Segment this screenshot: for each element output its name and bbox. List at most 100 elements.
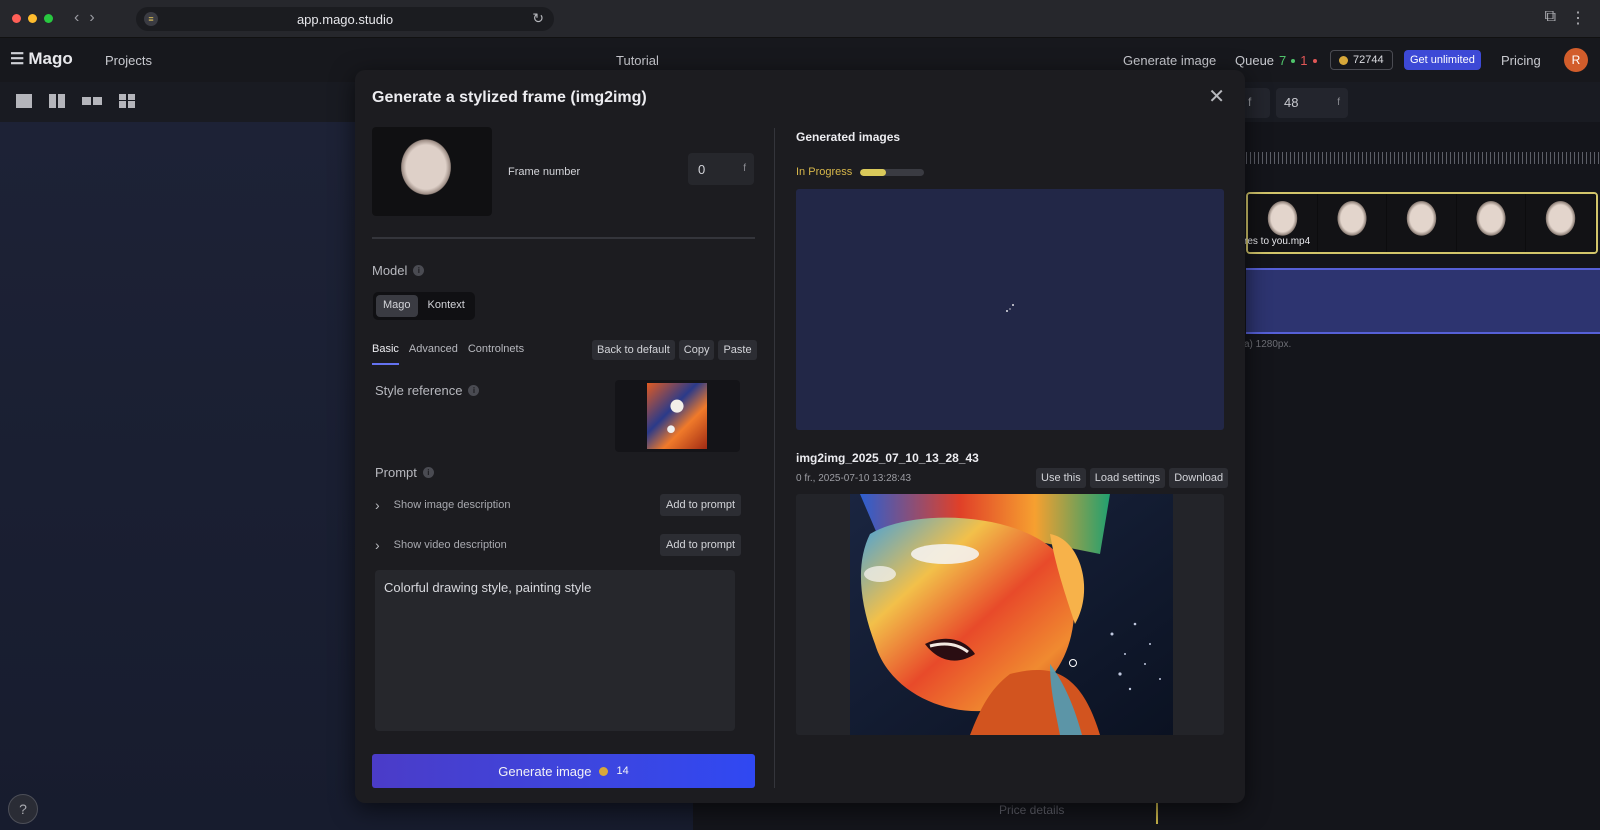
clip-thumbnail: [1317, 194, 1388, 252]
address-bar[interactable]: ≡ app.mago.studio ↻: [136, 7, 554, 31]
credits-value: 72744: [1353, 54, 1384, 66]
end-frame-input[interactable]: 48 f: [1276, 88, 1348, 118]
model-label: Model: [372, 263, 408, 278]
nav-generate-image[interactable]: Generate image: [1123, 53, 1216, 68]
show-video-description-label: Show video description: [393, 539, 507, 551]
end-frame-value: 48: [1284, 95, 1299, 110]
extensions-icon[interactable]: ⧉: [1545, 8, 1556, 28]
nav-tutorial[interactable]: Tutorial: [616, 53, 659, 68]
price-details-link[interactable]: Price details: [999, 803, 1064, 817]
browser-menu-icon[interactable]: ⋮: [1570, 8, 1586, 28]
end-frame-unit: f: [1337, 97, 1340, 108]
generate-cost: 14: [616, 765, 629, 777]
queue-failed-count: 1: [1300, 53, 1308, 68]
generation-track[interactable]: [1246, 268, 1600, 334]
progress-fill: [860, 168, 886, 176]
image-description-toggle[interactable]: › Show image description: [375, 497, 510, 513]
chevron-right-icon: ›: [375, 497, 380, 513]
use-this-button[interactable]: Use this: [1036, 468, 1086, 488]
logo-icon: ☰: [10, 51, 25, 68]
credits-badge[interactable]: 72744: [1330, 50, 1393, 70]
coin-icon: [1339, 55, 1348, 65]
info-icon[interactable]: i: [468, 385, 480, 396]
model-option-mago[interactable]: Mago: [376, 295, 418, 317]
img2img-modal: Generate a stylized frame (img2img) ✕ Fr…: [355, 70, 1245, 803]
style-reference-dropzone[interactable]: [615, 380, 740, 452]
pending-image-placeholder: [796, 189, 1224, 430]
back-arrow-icon[interactable]: ‹: [74, 9, 79, 27]
logo-text: Mago: [28, 49, 73, 68]
reload-icon[interactable]: ↻: [532, 10, 544, 27]
section-divider: [372, 237, 755, 239]
show-image-description-label: Show image description: [393, 499, 511, 511]
playhead[interactable]: [1156, 800, 1158, 824]
maximize-window-button[interactable]: [44, 14, 53, 23]
result-meta: 0 fr., 2025-07-10 13:28:43: [796, 473, 912, 484]
model-option-kontext[interactable]: Kontext: [421, 295, 472, 317]
stylized-portrait-image: [850, 494, 1173, 735]
chevron-right-icon: ›: [375, 537, 380, 553]
resolution-label: a) 1280px.: [1244, 339, 1292, 350]
grid-view-icon[interactable]: [119, 94, 135, 108]
browser-chrome: ‹ › ≡ app.mago.studio ↻ ⧉ ⋮: [0, 0, 1600, 38]
column-divider: [774, 128, 775, 788]
close-window-button[interactable]: [12, 14, 21, 23]
help-button[interactable]: ?: [8, 794, 38, 824]
queue-status[interactable]: Queue 7 1: [1235, 53, 1317, 68]
queue-done-count: 7: [1279, 53, 1287, 68]
video-description-toggle[interactable]: › Show video description: [375, 537, 507, 553]
frame-unit: f: [743, 163, 746, 174]
model-section: Model i: [372, 263, 425, 278]
generated-image[interactable]: [850, 494, 1173, 735]
app-logo[interactable]: ☰ Mago: [10, 49, 73, 69]
nav-pricing[interactable]: Pricing: [1501, 53, 1541, 68]
info-icon[interactable]: i: [422, 467, 434, 478]
window-controls: [12, 14, 53, 23]
queue-done-dot: [1291, 58, 1296, 63]
url-text: app.mago.studio: [296, 12, 394, 27]
prompt-textarea[interactable]: Colorful drawing style, painting style: [375, 570, 735, 731]
frame-number-input[interactable]: 0 f: [688, 153, 754, 185]
queue-failed-dot: [1312, 58, 1317, 63]
user-avatar[interactable]: R: [1564, 48, 1588, 72]
style-reference-image: [647, 383, 707, 449]
split-view-icon[interactable]: [49, 94, 65, 108]
paste-button[interactable]: Paste: [718, 340, 757, 360]
style-reference-label: Style reference: [375, 383, 463, 398]
loading-spinner-icon: [1006, 304, 1016, 314]
load-settings-button[interactable]: Load settings: [1089, 468, 1166, 488]
clip-name: res to you.mp4: [1244, 236, 1311, 247]
minimize-window-button[interactable]: [28, 14, 37, 23]
add-image-description-button[interactable]: Add to prompt: [660, 494, 742, 516]
prompt-section: Prompt i: [375, 465, 434, 480]
generate-button-label: Generate image: [498, 763, 592, 779]
nav-projects[interactable]: Projects: [105, 53, 152, 68]
get-unlimited-button[interactable]: Get unlimited: [1404, 50, 1481, 70]
side-by-side-view-icon[interactable]: [82, 97, 102, 105]
frame-number-value: 0: [698, 162, 706, 177]
single-view-icon[interactable]: [16, 94, 32, 108]
tab-basic[interactable]: Basic: [372, 343, 399, 365]
generation-status: In Progress: [796, 166, 925, 178]
frame-number-label: Frame number: [508, 166, 581, 178]
queue-label: Queue: [1235, 53, 1275, 68]
download-button[interactable]: Download: [1169, 468, 1229, 488]
style-reference-section: Style reference i: [375, 383, 480, 398]
add-video-description-button[interactable]: Add to prompt: [660, 534, 742, 556]
result-image-panel[interactable]: [796, 494, 1224, 735]
clip-thumbnail: [1387, 194, 1457, 252]
info-icon[interactable]: i: [413, 265, 425, 276]
coin-icon: [599, 766, 609, 776]
result-filename: img2img_2025_07_10_13_28_43: [796, 451, 979, 465]
timeline-ruler[interactable]: [1246, 152, 1600, 164]
forward-arrow-icon[interactable]: ›: [89, 9, 94, 27]
close-icon[interactable]: ✕: [1208, 84, 1225, 109]
model-selector: Mago Kontext: [373, 292, 475, 320]
tab-advanced[interactable]: Advanced: [409, 343, 458, 365]
tab-controlnets[interactable]: Controlnets: [468, 343, 524, 365]
settings-tabs: Basic Advanced Controlnets: [372, 343, 524, 365]
generate-image-button[interactable]: Generate image 14: [372, 754, 755, 788]
generated-images-title: Generated images: [796, 130, 901, 144]
copy-button[interactable]: Copy: [678, 340, 715, 360]
back-to-default-button[interactable]: Back to default: [592, 340, 675, 360]
